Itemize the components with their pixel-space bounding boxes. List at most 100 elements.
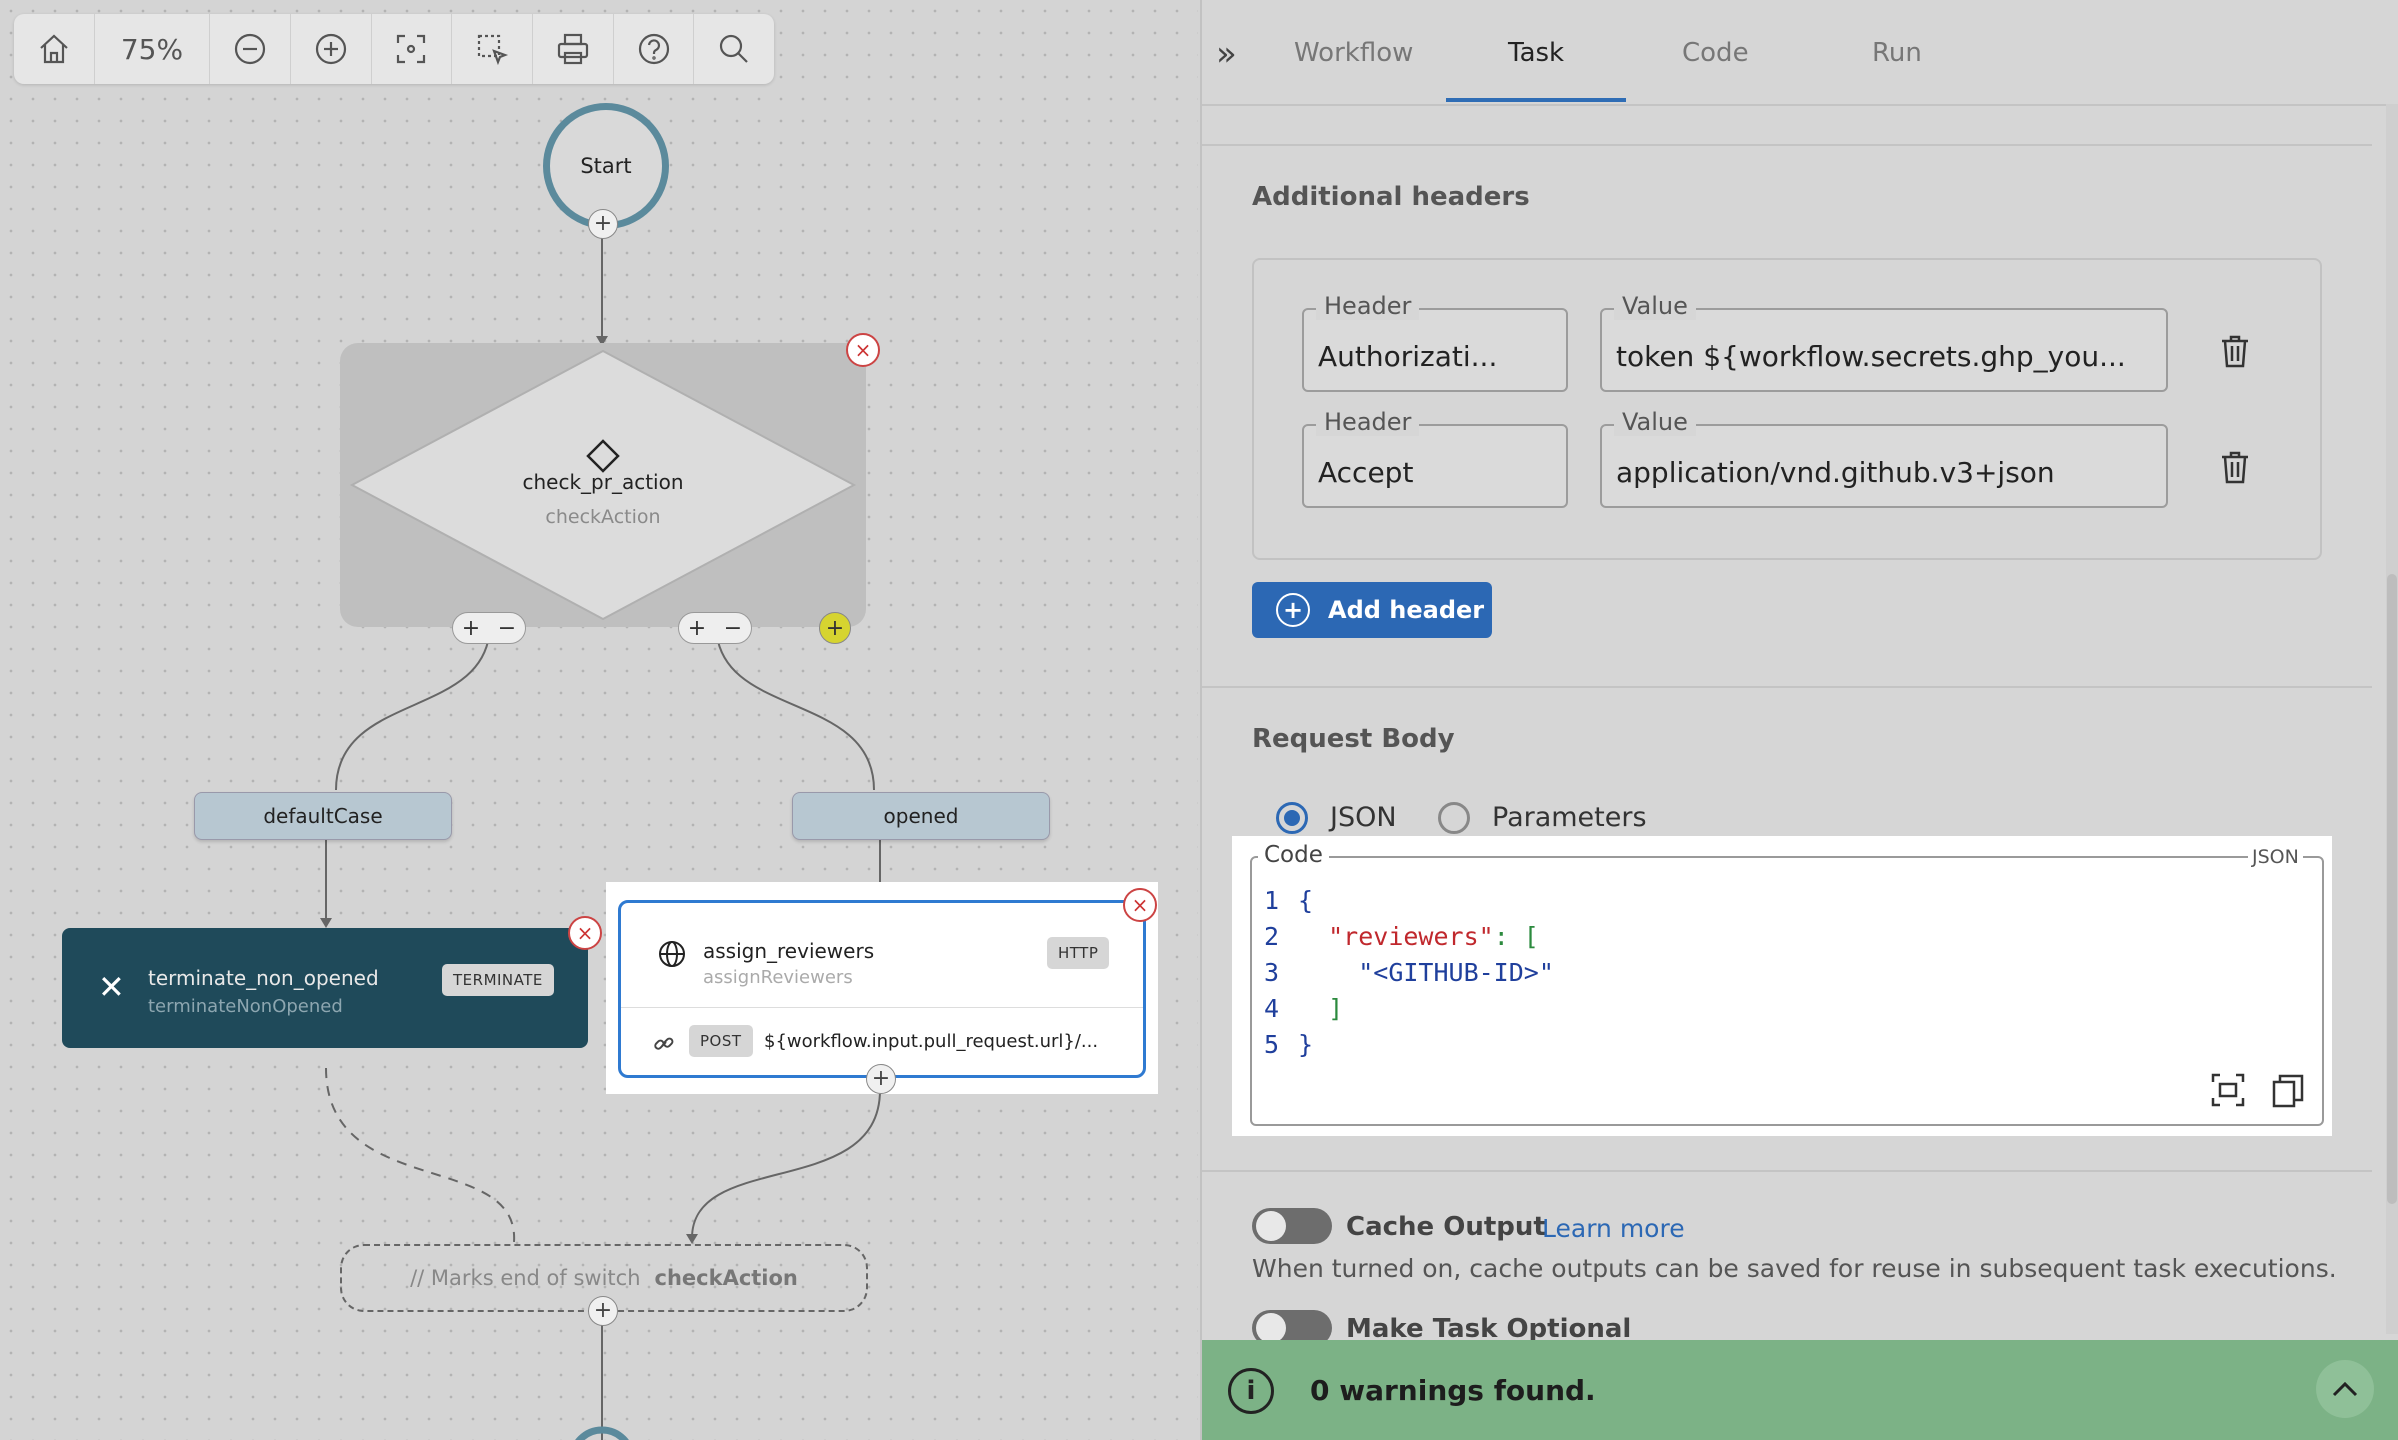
add-after-end-switch-button[interactable]: + [588, 1296, 618, 1326]
globe-icon [659, 941, 685, 967]
search-button[interactable] [694, 14, 774, 84]
help-button[interactable] [614, 14, 695, 84]
warnings-bar: i 0 warnings found. [1202, 1340, 2398, 1440]
switch-node-name: check_pr_action [522, 470, 684, 494]
delete-header-trash-icon[interactable] [2220, 450, 2250, 484]
tab-workflow[interactable]: Workflow [1294, 38, 1413, 68]
expand-warnings-button[interactable] [2316, 1360, 2374, 1418]
http-url: ${workflow.input.pull_request.url}/... [764, 1031, 1099, 1052]
http-node-ref: assignReviewers [703, 967, 853, 988]
header-value-field[interactable]: Value token ${workflow.secrets.ghp_you..… [1600, 292, 2168, 392]
selection-icon [478, 34, 509, 66]
focus-icon [397, 34, 426, 64]
case-controls-opened: + − [678, 612, 752, 644]
collapse-panel-icon[interactable]: » [1216, 34, 1237, 74]
radio-parameters[interactable] [1438, 802, 1470, 834]
panel-tabs: » Workflow Task Code Run [1202, 0, 2398, 106]
code-line-1: 1{ [1264, 886, 1314, 915]
terminate-node-ref: terminateNonOpened [148, 996, 343, 1017]
add-case-button[interactable]: + [453, 613, 489, 643]
fullscreen-icon[interactable] [2210, 1072, 2246, 1108]
zoom-level: 75% [95, 14, 211, 84]
delete-terminate-button[interactable]: × [568, 916, 602, 950]
printer-icon [557, 33, 588, 65]
zoom-in-button[interactable] [291, 14, 372, 84]
switch-node-ref: checkAction [545, 506, 661, 528]
http-method-badge: POST [689, 1025, 753, 1057]
copy-icon[interactable] [2270, 1072, 2306, 1108]
code-line-3: 3 "<GITHUB-ID>" [1264, 958, 1554, 987]
delete-switch-button[interactable]: × [846, 333, 880, 367]
remove-case-button[interactable]: − [489, 613, 525, 643]
tab-code[interactable]: Code [1682, 38, 1749, 68]
header-value-field[interactable]: Value application/vnd.github.v3+json [1600, 408, 2168, 508]
add-header-label: Add header [1328, 596, 1485, 624]
link-icon [654, 1037, 674, 1050]
fit-view-button[interactable] [372, 14, 453, 84]
section-divider [1202, 686, 2372, 688]
header-name-field[interactable]: Header Authorizati... [1302, 292, 1568, 392]
cache-output-label: Cache Output [1346, 1212, 1546, 1242]
add-header-button[interactable]: + Add header [1252, 582, 1492, 638]
header-value-value: token ${workflow.secrets.ghp_you... [1616, 340, 2126, 373]
terminate-node[interactable]: ✕ terminate_non_opened terminateNonOpene… [62, 928, 588, 1048]
help-icon [638, 33, 669, 65]
delete-header-trash-icon[interactable] [2220, 334, 2250, 368]
code-line-5: 5} [1264, 1030, 1314, 1059]
terminate-badge: TERMINATE [442, 964, 554, 996]
header-value-value: application/vnd.github.v3+json [1616, 456, 2055, 489]
minus-circle-icon [234, 33, 266, 65]
workflow-canvas[interactable]: 75% Start + check_pr_action checkAction … [0, 0, 1198, 1440]
panel-scrollbar[interactable] [2386, 104, 2398, 1334]
cache-output-toggle[interactable] [1252, 1208, 1332, 1244]
header-name-value: Authorizati... [1318, 340, 1498, 373]
http-node-divider [621, 1007, 1143, 1008]
delete-http-button[interactable]: × [1123, 888, 1157, 922]
header-name-label: Header [1316, 292, 1420, 320]
add-after-start-button[interactable]: + [588, 209, 618, 239]
warnings-text: 0 warnings found. [1310, 1374, 1596, 1407]
scrollbar-thumb[interactable] [2387, 574, 2397, 1204]
home-button[interactable] [14, 14, 95, 84]
code-editor[interactable] [1250, 856, 2324, 1126]
home-icon [40, 34, 68, 64]
code-line-2: 2 "reviewers": [ [1264, 922, 1539, 951]
code-editor-label: Code [1258, 842, 1329, 868]
add-case-button[interactable]: + [679, 613, 715, 643]
add-after-http-button[interactable]: + [866, 1064, 896, 1094]
tab-task[interactable]: Task [1508, 38, 1564, 68]
http-node-name: assign_reviewers [703, 939, 875, 963]
chevron-up-icon [2332, 1381, 2358, 1397]
tab-run[interactable]: Run [1872, 38, 1922, 68]
info-icon: i [1228, 1368, 1274, 1414]
case-controls-default: + − [452, 612, 526, 644]
code-line-4: 4 ] [1264, 994, 1344, 1023]
add-case-plus-button[interactable]: + [819, 612, 851, 644]
terminate-icon: ✕ [98, 968, 125, 1006]
plus-circle-icon: + [1276, 593, 1310, 627]
radio-json[interactable] [1276, 802, 1308, 834]
radio-json-label: JSON [1330, 802, 1397, 833]
http-badge: HTTP [1047, 937, 1110, 969]
active-tab-indicator [1446, 98, 1626, 102]
search-icon [720, 34, 748, 63]
learn-more-link[interactable]: Learn more [1542, 1214, 1685, 1243]
remove-case-button[interactable]: − [715, 613, 751, 643]
print-button[interactable] [533, 14, 614, 84]
select-button[interactable] [452, 14, 533, 84]
code-language-label: JSON [2248, 846, 2303, 868]
case-opened[interactable]: opened [792, 792, 1050, 840]
header-name-field[interactable]: Header Accept [1302, 408, 1568, 508]
section-divider [1202, 144, 2372, 146]
headers-list: Header Authorizati... Value token ${work… [1252, 258, 2322, 560]
http-node[interactable]: assign_reviewers assignReviewers HTTP PO… [618, 900, 1146, 1078]
header-value-label: Value [1614, 292, 1696, 320]
header-name-label: Header [1316, 408, 1420, 436]
cache-output-help: When turned on, cache outputs can be sav… [1252, 1254, 2337, 1283]
terminate-node-name: terminate_non_opened [148, 966, 379, 990]
zoom-out-button[interactable] [210, 14, 291, 84]
end-switch-comment: // Marks end of switch [410, 1266, 641, 1290]
task-panel: » Workflow Task Code Run Additional head… [1200, 0, 2398, 1440]
case-default[interactable]: defaultCase [194, 792, 452, 840]
canvas-toolbar: 75% [14, 14, 774, 84]
